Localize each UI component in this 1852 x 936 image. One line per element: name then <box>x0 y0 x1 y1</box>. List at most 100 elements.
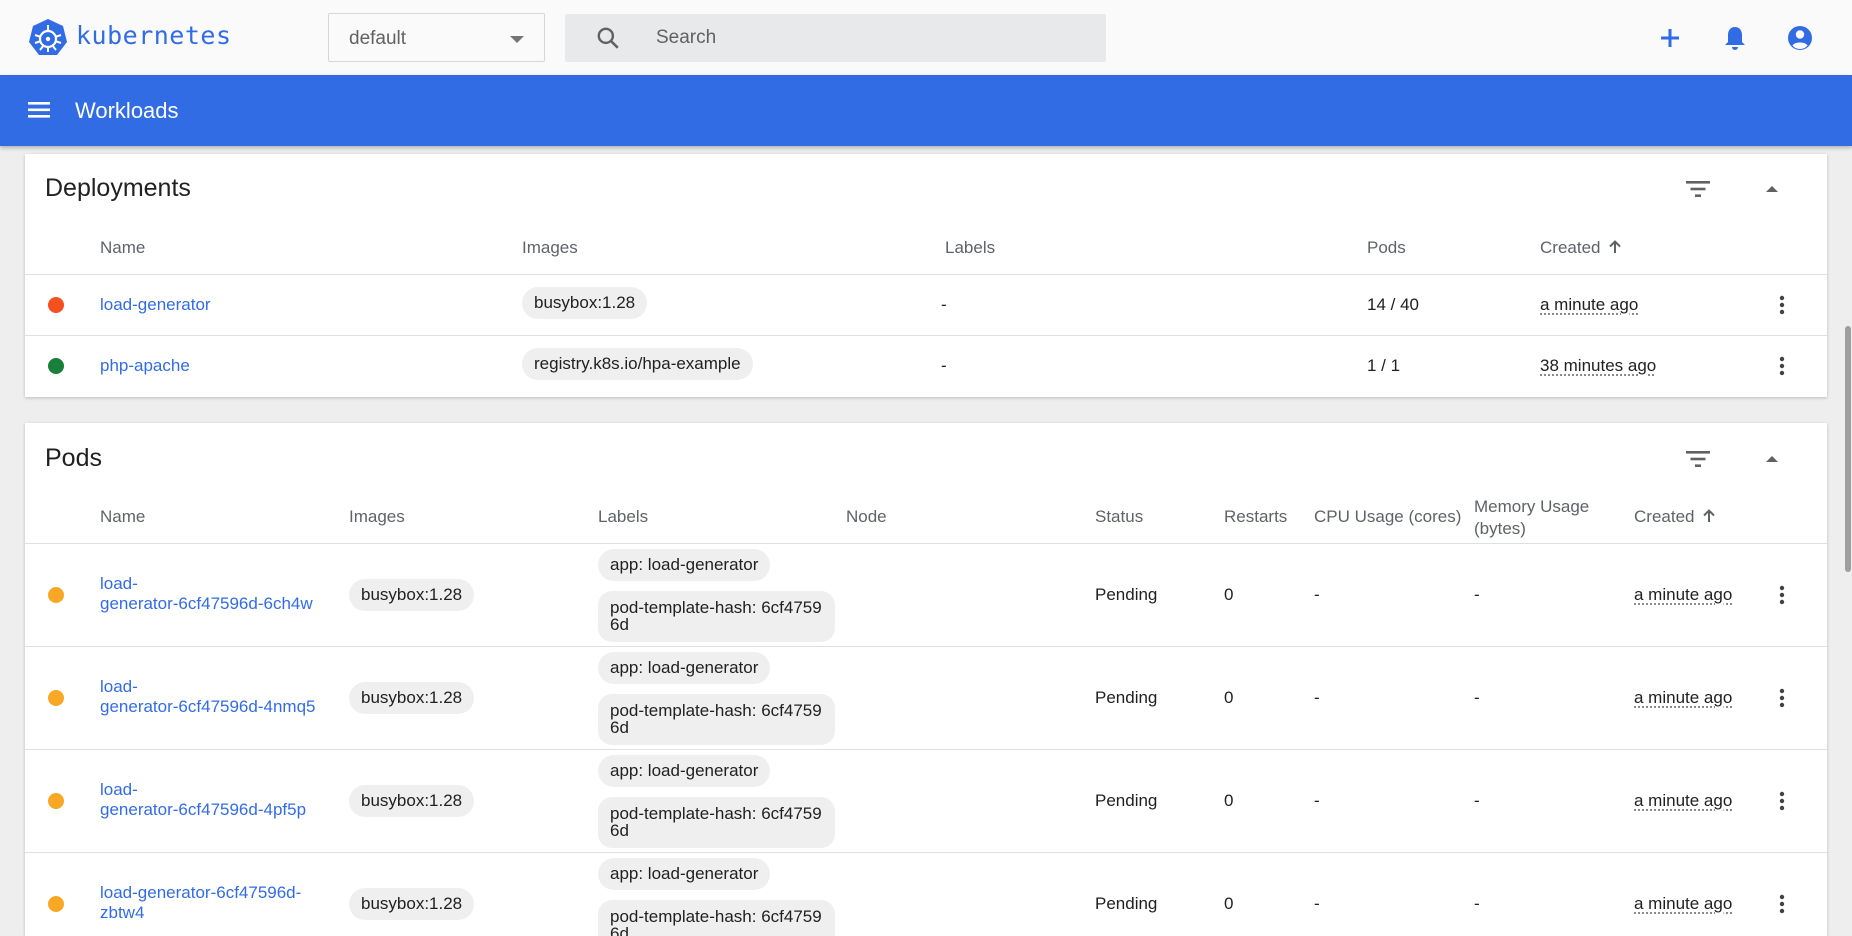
image-chip: busybox:1.28 <box>349 785 475 817</box>
pods-count: 14 / 40 <box>1367 295 1419 314</box>
pod-memory: - <box>1474 585 1480 604</box>
notifications-bell-icon[interactable] <box>1719 22 1751 54</box>
pod-cpu: - <box>1314 791 1320 810</box>
created-time: a minute ago <box>1540 295 1639 314</box>
collapse-icon[interactable] <box>1757 444 1787 474</box>
label-chip: app: load-generator <box>598 549 771 581</box>
brand-name[interactable]: kubernetes <box>76 21 232 50</box>
scrollbar-track[interactable] <box>1842 146 1852 936</box>
divider <box>25 646 1827 647</box>
image-chip: registry.k8s.io/hpa-example <box>522 348 753 380</box>
column-header-status[interactable]: Status <box>1095 507 1143 527</box>
pod-name-link[interactable]: load- generator-6cf47596d-4nmq5 <box>100 677 315 717</box>
pod-restarts: 0 <box>1224 585 1234 604</box>
column-header-created[interactable]: Created <box>1540 238 1623 258</box>
menu-icon[interactable] <box>26 97 54 123</box>
sort-ascending-icon[interactable] <box>1701 508 1717 524</box>
pods-count: 1 / 1 <box>1367 356 1401 375</box>
label-chip: pod-template-hash: 6cf47596d <box>598 591 835 642</box>
pod-name-line2: generator-6cf47596d-4pf5p <box>100 800 307 819</box>
more-vert-icon[interactable] <box>1770 583 1794 607</box>
sort-ascending-icon[interactable] <box>1607 239 1623 255</box>
more-vert-icon[interactable] <box>1770 354 1794 378</box>
status-pending-icon <box>48 690 64 706</box>
namespace-value: default <box>349 28 407 49</box>
label-chip: pod-template-hash: 6cf47596d <box>598 797 835 848</box>
top-bar: kubernetes default <box>0 0 1852 75</box>
chevron-down-icon <box>510 36 524 43</box>
created-time: 38 minutes ago <box>1540 356 1657 375</box>
more-vert-icon[interactable] <box>1770 892 1794 916</box>
pod-status: Pending <box>1095 894 1158 913</box>
image-chip: busybox:1.28 <box>349 682 475 714</box>
column-header-labels: Labels <box>598 507 649 526</box>
deployments-card: Deployments Name Images Labels Pods Crea… <box>25 154 1827 397</box>
labels-value: - <box>941 295 947 314</box>
column-header-name[interactable]: Name <box>100 507 145 527</box>
column-header-memory-line1: Memory Usage <box>1474 497 1590 516</box>
status-pending-icon <box>48 793 64 809</box>
pod-name-line1: load-generator-6cf47596d- <box>100 883 302 902</box>
column-header-created[interactable]: Created <box>1634 507 1717 527</box>
pods-card: Pods Name Images Labels Node Status Rest… <box>25 423 1827 936</box>
divider <box>25 543 1827 544</box>
deployment-name-link[interactable]: load-generator <box>100 295 211 315</box>
collapse-icon[interactable] <box>1757 174 1787 204</box>
label-chip: pod-template-hash: 6cf47596d <box>598 900 835 936</box>
divider <box>25 274 1827 275</box>
scrollbar-thumb[interactable] <box>1845 326 1851 572</box>
status-pending-icon <box>48 587 64 603</box>
filter-icon[interactable] <box>1683 444 1713 474</box>
image-chip: busybox:1.28 <box>349 888 475 920</box>
kubernetes-logo-icon[interactable] <box>28 18 68 58</box>
pod-name-line2: zbtw4 <box>100 903 145 922</box>
pod-restarts: 0 <box>1224 791 1234 810</box>
deployments-title: Deployments <box>45 174 191 202</box>
column-header-name[interactable]: Name <box>100 238 145 258</box>
pod-status: Pending <box>1095 688 1158 707</box>
filter-icon[interactable] <box>1683 174 1713 204</box>
pod-name-link[interactable]: load- generator-6cf47596d-6ch4w <box>100 574 313 614</box>
label-chip: pod-template-hash: 6cf47596d <box>598 694 835 745</box>
more-vert-icon[interactable] <box>1770 293 1794 317</box>
pod-memory: - <box>1474 894 1480 913</box>
column-header-images: Images <box>522 238 578 257</box>
pod-name-link[interactable]: load- generator-6cf47596d-4pf5p <box>100 780 306 820</box>
pod-restarts: 0 <box>1224 688 1234 707</box>
account-circle-icon[interactable] <box>1784 22 1816 54</box>
column-header-pods: Pods <box>1367 238 1406 257</box>
search-icon[interactable] <box>595 25 621 51</box>
divider <box>25 335 1827 336</box>
pod-cpu: - <box>1314 585 1320 604</box>
more-vert-icon[interactable] <box>1770 686 1794 710</box>
search-input[interactable] <box>656 14 1086 62</box>
created-time: a minute ago <box>1634 791 1733 810</box>
namespace-select[interactable]: default <box>328 13 545 62</box>
image-chip: busybox:1.28 <box>349 579 475 611</box>
status-ok-icon <box>48 358 64 374</box>
column-header-memory-line2: (bytes) <box>1474 519 1526 538</box>
pod-name-line1: load- <box>100 677 138 696</box>
pod-name-link[interactable]: load-generator-6cf47596d- zbtw4 <box>100 883 301 923</box>
pod-restarts: 0 <box>1224 894 1234 913</box>
column-header-created-label: Created <box>1540 238 1601 257</box>
pod-cpu: - <box>1314 688 1320 707</box>
more-vert-icon[interactable] <box>1770 789 1794 813</box>
pod-name-line1: load- <box>100 780 138 799</box>
label-chip: app: load-generator <box>598 652 771 684</box>
divider <box>25 852 1827 853</box>
column-header-images: Images <box>349 507 405 526</box>
created-time: a minute ago <box>1634 688 1733 707</box>
created-time: a minute ago <box>1634 894 1733 913</box>
pods-title: Pods <box>45 444 102 472</box>
status-error-icon <box>48 297 64 313</box>
column-header-labels: Labels <box>945 238 996 257</box>
column-header-cpu: CPU Usage (cores) <box>1314 507 1462 526</box>
app-header: Workloads <box>0 75 1852 146</box>
column-header-restarts: Restarts <box>1224 507 1288 526</box>
search-bar <box>565 14 1106 62</box>
deployment-name-link[interactable]: php-apache <box>100 356 190 376</box>
add-icon[interactable] <box>1654 22 1686 54</box>
column-header-node[interactable]: Node <box>846 507 887 527</box>
column-header-created-label: Created <box>1634 507 1695 526</box>
